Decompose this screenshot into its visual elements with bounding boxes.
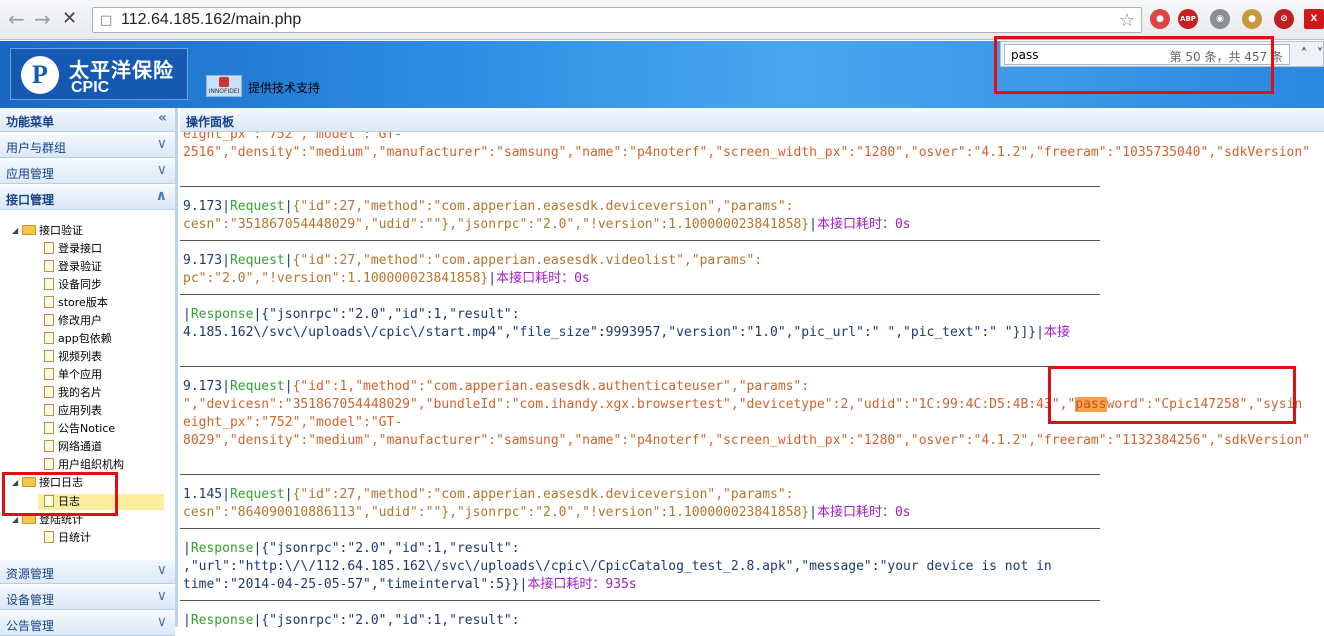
- chevron-down-icon[interactable]: ∨: [157, 162, 167, 178]
- address-url[interactable]: 112.64.185.162/main.php: [121, 11, 301, 29]
- log-separator: [180, 294, 1100, 295]
- address-bar[interactable]: □ 112.64.185.162/main.php ☆: [92, 7, 1142, 33]
- sidebar: 功能菜单 « 用户与群组 ∨ 应用管理 ∨ 接口管理 ∧ ◢ 接口验证 登录接口 登录验证…: [0, 108, 178, 636]
- cpic-logo: P 太平洋保险 CPIC: [10, 48, 188, 100]
- log-line: 8029","density":"medium","manufacturer":…: [183, 433, 1311, 448]
- log-entry: 4.185.162\/svc\/uploads\/cpic\/start.mp4…: [183, 325, 1070, 340]
- document-icon: [44, 260, 54, 272]
- close-extension-icon[interactable]: X: [1304, 9, 1324, 29]
- tree-item[interactable]: app包依赖: [44, 330, 112, 348]
- page-icon: □: [100, 13, 113, 28]
- document-icon: [44, 278, 54, 290]
- sidebar-header[interactable]: 功能菜单 «: [0, 108, 175, 132]
- section-notice-management[interactable]: 公告管理 ∨: [0, 612, 175, 636]
- tree-item[interactable]: store版本: [44, 294, 108, 312]
- document-icon: [44, 368, 54, 380]
- log-entry: 1.145|Request|{"id":27,"method":"com.app…: [183, 487, 794, 502]
- log-line: 2516","density":"medium","manufacturer":…: [183, 145, 1311, 160]
- forward-icon[interactable]: →: [34, 8, 51, 30]
- section-users-groups[interactable]: 用户与群组 ∨: [0, 134, 175, 158]
- log-separator: [180, 474, 1100, 475]
- logo-english: CPIC: [71, 79, 110, 96]
- log-entry: 9.173|Request|{"id":27,"method":"com.app…: [183, 199, 794, 214]
- document-icon: [44, 404, 54, 416]
- folder-icon: [22, 225, 36, 235]
- tree-folder-interface-verify[interactable]: ◢ 接口验证: [12, 222, 83, 240]
- log-entry: |Response|{"jsonrpc":"2.0","id":1,"resul…: [183, 307, 520, 322]
- innofidei-logo: INNOFIDEI: [206, 75, 242, 97]
- annotation-box-find: [994, 36, 1274, 94]
- tree-item[interactable]: 登录接口: [44, 240, 102, 258]
- log-separator: [180, 186, 1100, 187]
- log-entry: |Response|{"jsonrpc":"2.0","id":1,"resul…: [183, 541, 520, 556]
- log-separator: [180, 240, 1100, 241]
- document-icon: [44, 440, 54, 452]
- tree-item[interactable]: 我的名片: [44, 384, 102, 402]
- document-icon: [44, 458, 54, 470]
- tree-item[interactable]: 公告Notice: [44, 420, 115, 438]
- log-entry: pc":"2.0","!version":1.100000023841858}|…: [183, 271, 590, 286]
- log-line: eight_px":"752","model":"GT-: [183, 415, 403, 430]
- logo-mark-icon: P: [21, 56, 59, 94]
- chevron-up-icon[interactable]: ∧: [156, 188, 167, 204]
- section-device-management[interactable]: 设备管理 ∨: [0, 586, 175, 610]
- find-next-icon[interactable]: ˅: [1309, 45, 1324, 65]
- chevron-down-icon[interactable]: ∨: [157, 136, 167, 152]
- collapse-icon[interactable]: «: [158, 110, 167, 126]
- chevron-down-icon[interactable]: ∨: [157, 562, 167, 578]
- tree-item-daily-stats[interactable]: 日统计: [44, 529, 91, 547]
- back-icon[interactable]: ←: [8, 8, 25, 30]
- log-entry: cesn":"351867054448029","udid":""},"json…: [183, 217, 911, 232]
- bookmark-star-icon[interactable]: ☆: [1119, 10, 1135, 31]
- document-icon: [44, 296, 54, 308]
- log-entry: |Response|{"jsonrpc":"2.0","id":1,"resul…: [183, 613, 520, 627]
- section-interface-management[interactable]: 接口管理 ∧: [0, 186, 175, 210]
- log-entry: time":"2014-04-25-05-57","timeinterval":…: [183, 577, 637, 592]
- log-separator: [180, 528, 1100, 529]
- document-icon: [44, 386, 54, 398]
- adblock-icon[interactable]: ABP: [1178, 9, 1198, 29]
- tree-item[interactable]: 应用列表: [44, 402, 102, 420]
- document-icon: [44, 531, 54, 543]
- tree-item[interactable]: 视频列表: [44, 348, 102, 366]
- chevron-down-icon[interactable]: ∨: [157, 614, 167, 630]
- panel-header: 操作面板: [180, 108, 1324, 132]
- chevron-down-icon[interactable]: ∨: [157, 588, 167, 604]
- log-entry: cesn":"864090010886113","udid":""},"json…: [183, 505, 911, 520]
- annotation-box-password: [1048, 366, 1296, 424]
- log-line: ,"url":"http:\/\/112.64.185.162\/svc\/up…: [183, 559, 1052, 574]
- document-icon: [44, 314, 54, 326]
- section-resource-management[interactable]: 资源管理 ∨: [0, 560, 175, 584]
- annotation-box-log: [2, 472, 118, 516]
- tree-item[interactable]: 修改用户: [44, 312, 102, 330]
- cookie-icon[interactable]: ●: [1242, 9, 1262, 29]
- blocker-icon[interactable]: ⊘: [1274, 9, 1294, 29]
- section-app-management[interactable]: 应用管理 ∨: [0, 160, 175, 184]
- stop-icon[interactable]: ✕: [62, 8, 77, 30]
- document-icon: [44, 242, 54, 254]
- tree-item[interactable]: 网络通道: [44, 438, 102, 456]
- tree-item[interactable]: 单个应用: [44, 366, 102, 384]
- tree-item[interactable]: 设备同步: [44, 276, 102, 294]
- document-icon: [44, 422, 54, 434]
- browser-toolbar: ← → ✕ □ 112.64.185.162/main.php ☆ ● ABP …: [0, 0, 1324, 40]
- document-icon: [44, 350, 54, 362]
- document-icon: [44, 332, 54, 344]
- log-line: eight_px":"752","model":"GT-: [183, 132, 403, 142]
- log-entry: 9.173|Request|{"id":1,"method":"com.appe…: [183, 379, 810, 394]
- support-text: 提供技术支持: [248, 81, 321, 95]
- log-entry: 9.173|Request|{"id":27,"method":"com.app…: [183, 253, 763, 268]
- log-separator: [180, 600, 1100, 601]
- extension-icon[interactable]: ●: [1150, 9, 1170, 29]
- tree-item[interactable]: 登录验证: [44, 258, 102, 276]
- expand-arrow-icon[interactable]: ◢: [12, 222, 22, 240]
- log-separator: [180, 366, 1100, 367]
- globe-icon[interactable]: ◉: [1210, 9, 1230, 29]
